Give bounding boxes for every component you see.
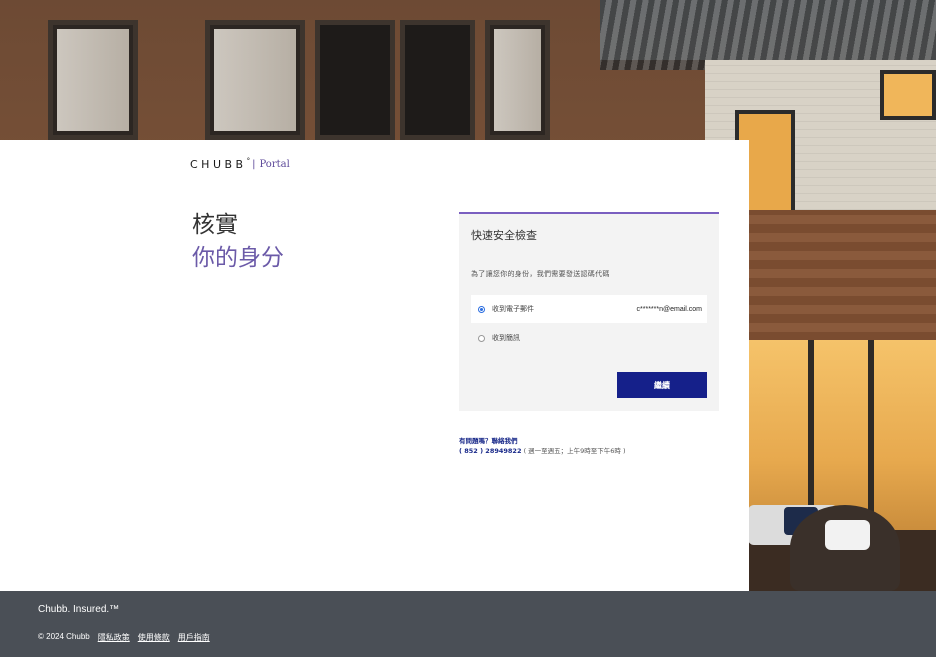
card-subtitle: 為了讓您你的身份，我們需要發送認碼代碼 <box>471 270 610 278</box>
background-window <box>315 20 395 140</box>
option-email-label: 收到電子郵件 <box>492 305 534 313</box>
terms-of-use-link[interactable]: 使用條款 <box>138 632 170 643</box>
logo-separator: | <box>252 159 256 170</box>
option-email[interactable]: 收到電子郵件 c*******n@email.com <box>471 295 707 323</box>
copyright: © 2024 Chubb <box>38 632 90 641</box>
radio-email[interactable] <box>478 305 485 313</box>
page-title-line2: 你的身分 <box>192 245 284 271</box>
help-section: 有問題嗎？聯絡我們 ( 852 ) 28949822 ( 週一至週五；上午9時至… <box>459 436 626 456</box>
option-sms-label: 收到簡訊 <box>492 334 520 342</box>
background-balcony <box>748 210 936 350</box>
background-window <box>400 20 475 140</box>
background-window <box>205 20 305 140</box>
chubb-wordmark: CHUBB <box>190 158 247 171</box>
contact-us-link[interactable]: 有問題嗎？聯絡我們 <box>459 437 518 445</box>
logo-mark: ° <box>246 156 251 165</box>
card-title: 快速安全檢查 <box>471 229 537 242</box>
security-check-card: 快速安全檢查 為了讓您你的身份，我們需要發送認碼代碼 收到電子郵件 c*****… <box>459 212 719 411</box>
option-sms[interactable]: 收到簡訊 <box>471 324 707 352</box>
privacy-policy-link[interactable]: 隱私政策 <box>98 632 130 643</box>
background-window <box>880 70 936 120</box>
chubb-portal-logo[interactable]: CHUBB ° | Portal <box>190 156 290 172</box>
portal-label: Portal <box>259 159 290 170</box>
business-hours: ( 週一至週五；上午9時至下午6時 ) <box>523 447 626 455</box>
footer: Chubb. Insured.™ © 2024 Chubb 隱私政策 使用條款 … <box>0 591 936 657</box>
phone-number: ( 852 ) 28949822 <box>459 447 522 455</box>
footer-links: © 2024 Chubb 隱私政策 使用條款 用戶指南 <box>38 632 210 643</box>
option-email-value: c*******n@email.com <box>636 305 702 313</box>
background-window <box>48 20 138 140</box>
continue-button[interactable]: 繼續 <box>617 372 707 398</box>
radio-sms[interactable] <box>478 334 485 342</box>
background-window <box>485 20 550 140</box>
background-pillow <box>825 520 870 550</box>
user-guide-link[interactable]: 用戶指南 <box>178 632 210 643</box>
footer-tagline: Chubb. Insured.™ <box>38 604 120 615</box>
page-title-line1: 核實 <box>192 212 238 238</box>
